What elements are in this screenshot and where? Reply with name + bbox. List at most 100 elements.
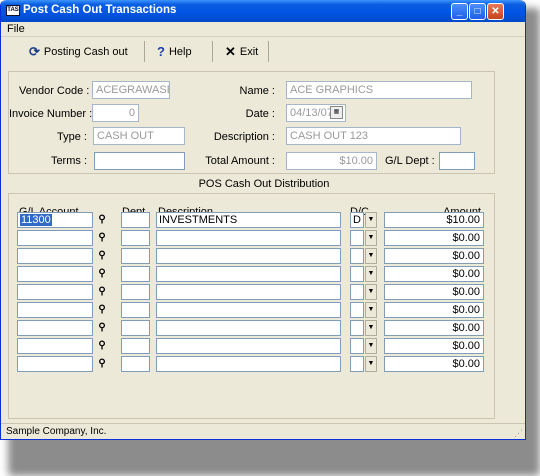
binoculars-icon[interactable]: ⚲ bbox=[95, 338, 109, 354]
chevron-down-icon[interactable]: ▼ bbox=[365, 284, 377, 300]
distribution-title: POS Cash Out Distribution bbox=[198, 178, 330, 190]
chevron-down-icon[interactable]: ▼ bbox=[365, 302, 377, 318]
gl-account-cell[interactable] bbox=[17, 248, 93, 264]
binoculars-icon[interactable]: ⚲ bbox=[95, 248, 109, 264]
dc-cell[interactable]: D bbox=[350, 212, 364, 228]
gl-account-cell[interactable] bbox=[17, 302, 93, 318]
dc-cell[interactable] bbox=[350, 230, 364, 246]
vendor-code-label: Vendor Code : bbox=[19, 85, 90, 97]
gl-account-cell[interactable] bbox=[17, 338, 93, 354]
description-cell[interactable] bbox=[156, 302, 341, 318]
amount-cell[interactable]: $0.00 bbox=[384, 248, 484, 264]
amount-cell[interactable]: $0.00 bbox=[384, 230, 484, 246]
window-title: Post Cash Out Transactions bbox=[23, 4, 177, 16]
help-label: Help bbox=[168, 45, 192, 58]
binoculars-icon[interactable]: ⚲ bbox=[95, 356, 109, 372]
total-amount-field[interactable]: $10.00 bbox=[286, 152, 377, 170]
chevron-down-icon[interactable]: ▼ bbox=[365, 230, 377, 246]
gl-account-cell[interactable] bbox=[17, 230, 93, 246]
gl-account-cell[interactable]: 11300 bbox=[17, 212, 93, 228]
description-cell[interactable]: INVESTMENTS bbox=[156, 212, 341, 228]
dc-cell[interactable] bbox=[350, 356, 364, 372]
amount-cell[interactable]: $10.00 bbox=[384, 212, 484, 228]
dc-cell[interactable] bbox=[350, 302, 364, 318]
description-cell[interactable] bbox=[156, 284, 341, 300]
resize-grip-icon[interactable]: ⋰ bbox=[514, 428, 523, 439]
terms-label: Terms : bbox=[50, 155, 87, 167]
dept-cell[interactable] bbox=[121, 266, 150, 282]
chevron-down-icon[interactable]: ▼ bbox=[365, 356, 377, 372]
type-field[interactable]: CASH OUT bbox=[93, 127, 185, 145]
amount-cell[interactable]: $0.00 bbox=[384, 356, 484, 372]
refresh-icon: ⟳ bbox=[29, 43, 40, 59]
binoculars-icon[interactable]: ⚲ bbox=[95, 212, 109, 228]
binoculars-icon[interactable]: ⚲ bbox=[95, 266, 109, 282]
binoculars-icon[interactable]: ⚲ bbox=[95, 302, 109, 318]
amount-cell[interactable]: $0.00 bbox=[384, 266, 484, 282]
dc-cell[interactable] bbox=[350, 248, 364, 264]
chevron-down-icon[interactable]: ▼ bbox=[365, 320, 377, 336]
dept-cell[interactable] bbox=[121, 230, 150, 246]
chevron-down-icon[interactable]: ▼ bbox=[365, 212, 377, 228]
dc-cell[interactable] bbox=[350, 266, 364, 282]
dc-cell[interactable] bbox=[350, 320, 364, 336]
posting-cash-out-label: Posting Cash out bbox=[43, 45, 128, 58]
gl-account-cell[interactable] bbox=[17, 266, 93, 282]
dept-cell[interactable] bbox=[121, 212, 150, 228]
binoculars-icon[interactable]: ⚲ bbox=[95, 284, 109, 300]
chevron-down-icon[interactable]: ▼ bbox=[365, 338, 377, 354]
gl-account-cell[interactable] bbox=[17, 356, 93, 372]
amount-cell[interactable]: $0.00 bbox=[384, 320, 484, 336]
vendor-code-field[interactable]: ACEGRAWASE bbox=[92, 81, 170, 99]
invoice-number-field[interactable]: 0 bbox=[92, 104, 139, 122]
description-cell[interactable] bbox=[156, 248, 341, 264]
name-label: Name : bbox=[239, 85, 275, 97]
description-cell[interactable] bbox=[156, 356, 341, 372]
posting-cash-out-button[interactable]: ⟳ Posting Cash out bbox=[23, 41, 145, 62]
maximize-icon[interactable]: □ bbox=[469, 3, 486, 20]
dept-cell[interactable] bbox=[121, 284, 150, 300]
description-field[interactable]: CASH OUT 123 bbox=[286, 127, 461, 145]
description-cell[interactable] bbox=[156, 320, 341, 336]
app-icon: TAS bbox=[6, 5, 20, 16]
description-cell[interactable] bbox=[156, 230, 341, 246]
help-button[interactable]: ? Help bbox=[151, 41, 213, 62]
exit-button[interactable]: ✕ Exit bbox=[219, 41, 269, 62]
dc-cell[interactable] bbox=[350, 338, 364, 354]
minimize-icon[interactable]: _ bbox=[451, 3, 468, 20]
menu-file[interactable]: File bbox=[7, 23, 25, 35]
chevron-down-icon[interactable]: ▼ bbox=[365, 266, 377, 282]
gl-account-cell[interactable] bbox=[17, 320, 93, 336]
title-bar[interactable]: TAS Post Cash Out Transactions _ □ ✕ bbox=[1, 0, 525, 22]
status-bar: Sample Company, Inc. ⋰ bbox=[1, 423, 525, 439]
name-field[interactable]: ACE GRAPHICS bbox=[286, 81, 472, 99]
dc-cell[interactable] bbox=[350, 284, 364, 300]
description-cell[interactable] bbox=[156, 338, 341, 354]
amount-cell[interactable]: $0.00 bbox=[384, 284, 484, 300]
gl-account-cell[interactable] bbox=[17, 284, 93, 300]
dept-cell[interactable] bbox=[121, 320, 150, 336]
terms-field[interactable] bbox=[94, 152, 185, 170]
date-label: Date : bbox=[245, 108, 275, 120]
dept-cell[interactable] bbox=[121, 302, 150, 318]
calendar-icon[interactable]: ▦ bbox=[330, 106, 343, 119]
question-icon: ? bbox=[157, 44, 165, 59]
close-icon[interactable]: ✕ bbox=[487, 3, 504, 20]
chevron-down-icon[interactable]: ▼ bbox=[365, 248, 377, 264]
toolbar: ⟳ Posting Cash out ? Help ✕ Exit bbox=[1, 38, 525, 64]
exit-x-icon: ✕ bbox=[225, 43, 236, 59]
binoculars-icon[interactable]: ⚲ bbox=[95, 320, 109, 336]
description-cell[interactable] bbox=[156, 266, 341, 282]
type-label: Type : bbox=[57, 131, 87, 143]
binoculars-icon[interactable]: ⚲ bbox=[95, 230, 109, 246]
dept-cell[interactable] bbox=[121, 248, 150, 264]
dept-cell[interactable] bbox=[121, 338, 150, 354]
total-amount-label: Total Amount : bbox=[205, 155, 275, 167]
dept-cell[interactable] bbox=[121, 356, 150, 372]
gl-dept-label: G/L Dept : bbox=[385, 155, 435, 167]
amount-cell[interactable]: $0.00 bbox=[384, 302, 484, 318]
menu-bar: File bbox=[1, 22, 525, 37]
amount-cell[interactable]: $0.00 bbox=[384, 338, 484, 354]
gl-account-value: 11300 bbox=[20, 214, 52, 226]
gl-dept-field[interactable] bbox=[439, 152, 475, 170]
